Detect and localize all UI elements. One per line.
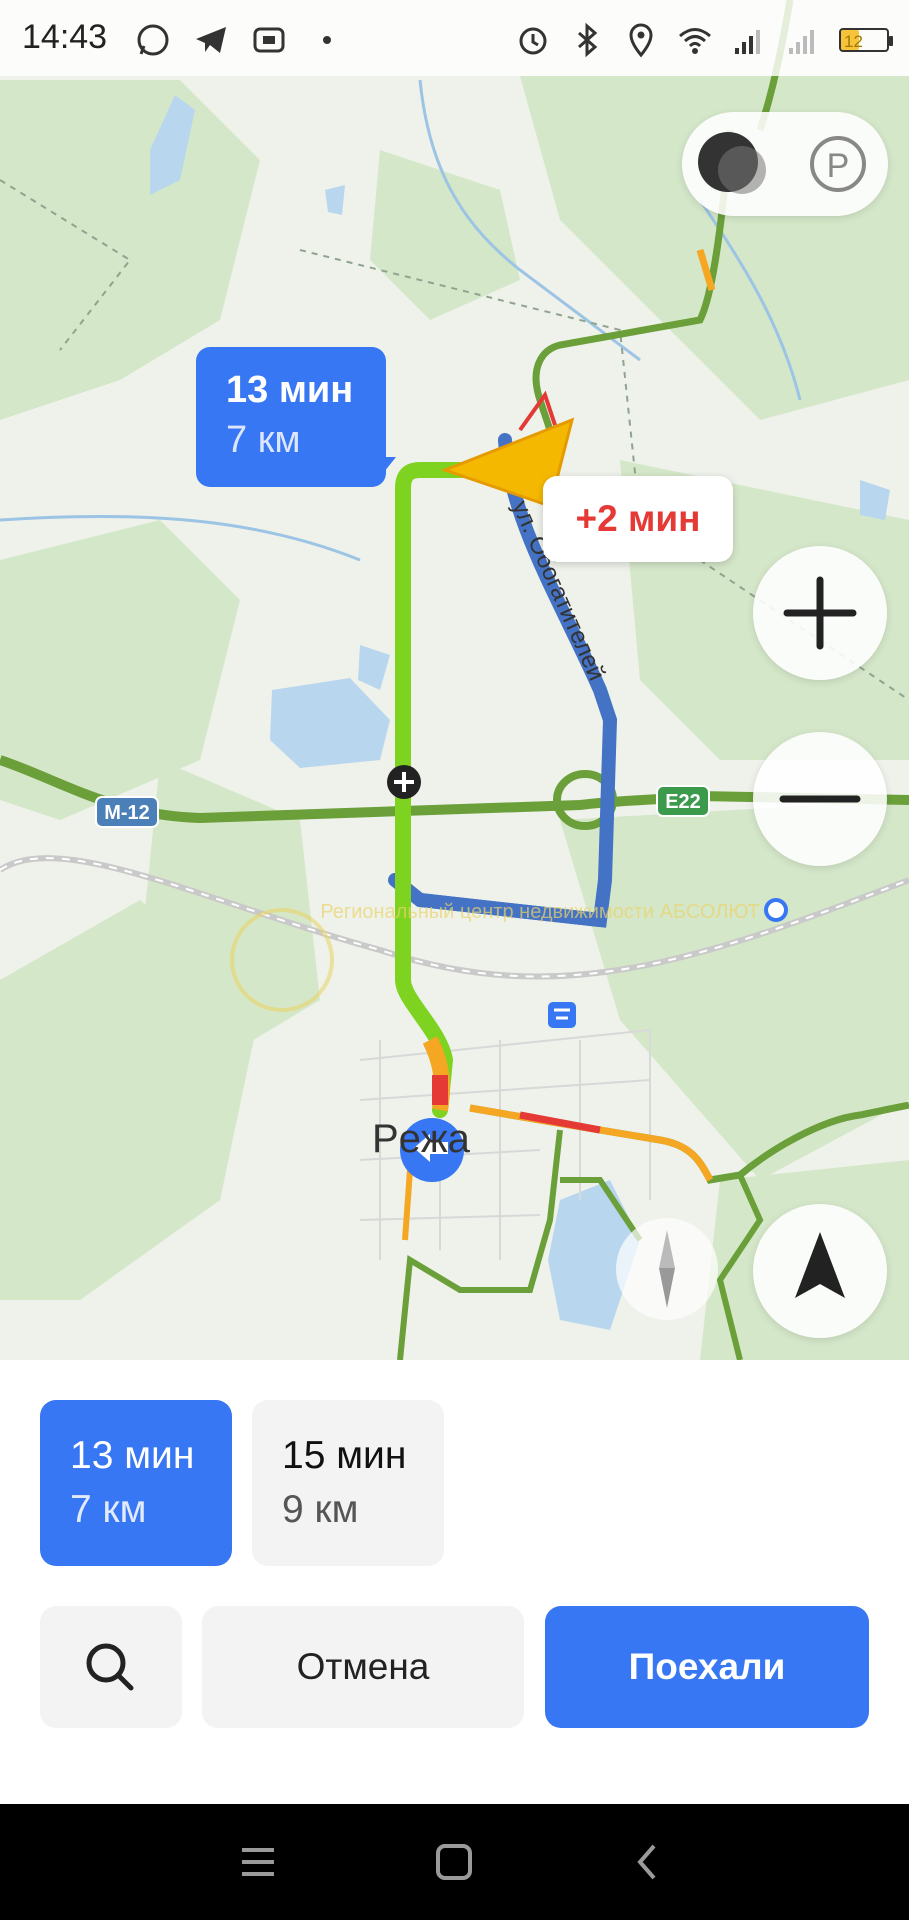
poi-marker[interactable] [764, 898, 788, 922]
status-right-icons: 12 [515, 20, 893, 60]
route-eta-time: 13 мин [226, 369, 354, 411]
wifi-icon [679, 28, 711, 54]
map-layers-pill: P [682, 112, 888, 216]
night-mode-icon[interactable] [698, 132, 766, 194]
whatsapp-icon [137, 24, 169, 56]
location-icon [629, 23, 653, 58]
route-eta-bubble[interactable]: 13 мин 7 км [196, 347, 396, 487]
route-eta-distance: 7 км [226, 419, 301, 461]
map-view[interactable]: M-12 E22 ул. Обогатителей Рeжa Региональ… [0, 0, 909, 1360]
zoom-in-button[interactable] [753, 546, 887, 680]
route-panel: 13 мин 7 км 15 мин 9 км Отмена Поехали [0, 1360, 909, 1804]
alarm-icon [519, 27, 547, 55]
route-option-distance: 7 км [70, 1488, 147, 1531]
east-road-slow [469, 1104, 714, 1182]
go-button[interactable]: Поехали [545, 1606, 869, 1728]
alt-route-bubble[interactable]: +2 мин [543, 476, 733, 562]
m12-label: M-12 [104, 802, 150, 824]
e22-label: E22 [665, 791, 701, 813]
battery-tip [889, 36, 893, 46]
signal-g-icon [789, 30, 814, 54]
svg-text:P: P [827, 147, 850, 185]
bluetooth-icon [578, 22, 598, 58]
route-option-2[interactable]: 15 мин 9 км [252, 1400, 444, 1566]
south-road-slow [402, 1169, 413, 1241]
status-bar: 14:43 12 [0, 0, 909, 76]
back-icon[interactable] [626, 1840, 670, 1884]
plus-icon [783, 576, 857, 650]
compass-icon [659, 1230, 675, 1308]
city-label: Рeжa [372, 1117, 471, 1161]
search-button[interactable] [40, 1606, 182, 1728]
battery-level: 12 [844, 32, 863, 51]
home-icon[interactable] [432, 1840, 476, 1884]
dot-icon [323, 36, 331, 44]
status-time: 14:43 [22, 18, 108, 56]
route-option-time: 15 мин [282, 1434, 407, 1477]
battery-indicator: 12 [839, 28, 893, 52]
locate-me-button[interactable] [753, 1204, 887, 1338]
zoom-out-button[interactable] [753, 732, 887, 866]
train-station-icon[interactable] [548, 1002, 576, 1028]
route-option-time: 13 мин [70, 1434, 195, 1477]
route-option-distance: 9 км [282, 1488, 359, 1531]
bubble-tail [372, 457, 396, 487]
signal-e-icon [735, 30, 760, 54]
navigation-arrow-icon [795, 1232, 845, 1298]
east-road-jam [519, 1111, 601, 1134]
search-icon [86, 1643, 134, 1691]
menu-icon[interactable] [236, 1840, 280, 1884]
cancel-button[interactable]: Отмена [202, 1606, 524, 1728]
cast-icon [253, 27, 285, 53]
system-nav-bar [0, 1804, 909, 1920]
minus-icon [779, 795, 861, 803]
compass-button[interactable] [616, 1218, 718, 1320]
route-option-1[interactable]: 13 мин 7 км [40, 1400, 232, 1566]
status-left-icons [135, 20, 345, 60]
parking-icon[interactable]: P [810, 136, 866, 192]
telegram-icon [196, 27, 226, 53]
watermark: Региональный центр недвижимости АБСОЛЮТ [320, 901, 759, 923]
